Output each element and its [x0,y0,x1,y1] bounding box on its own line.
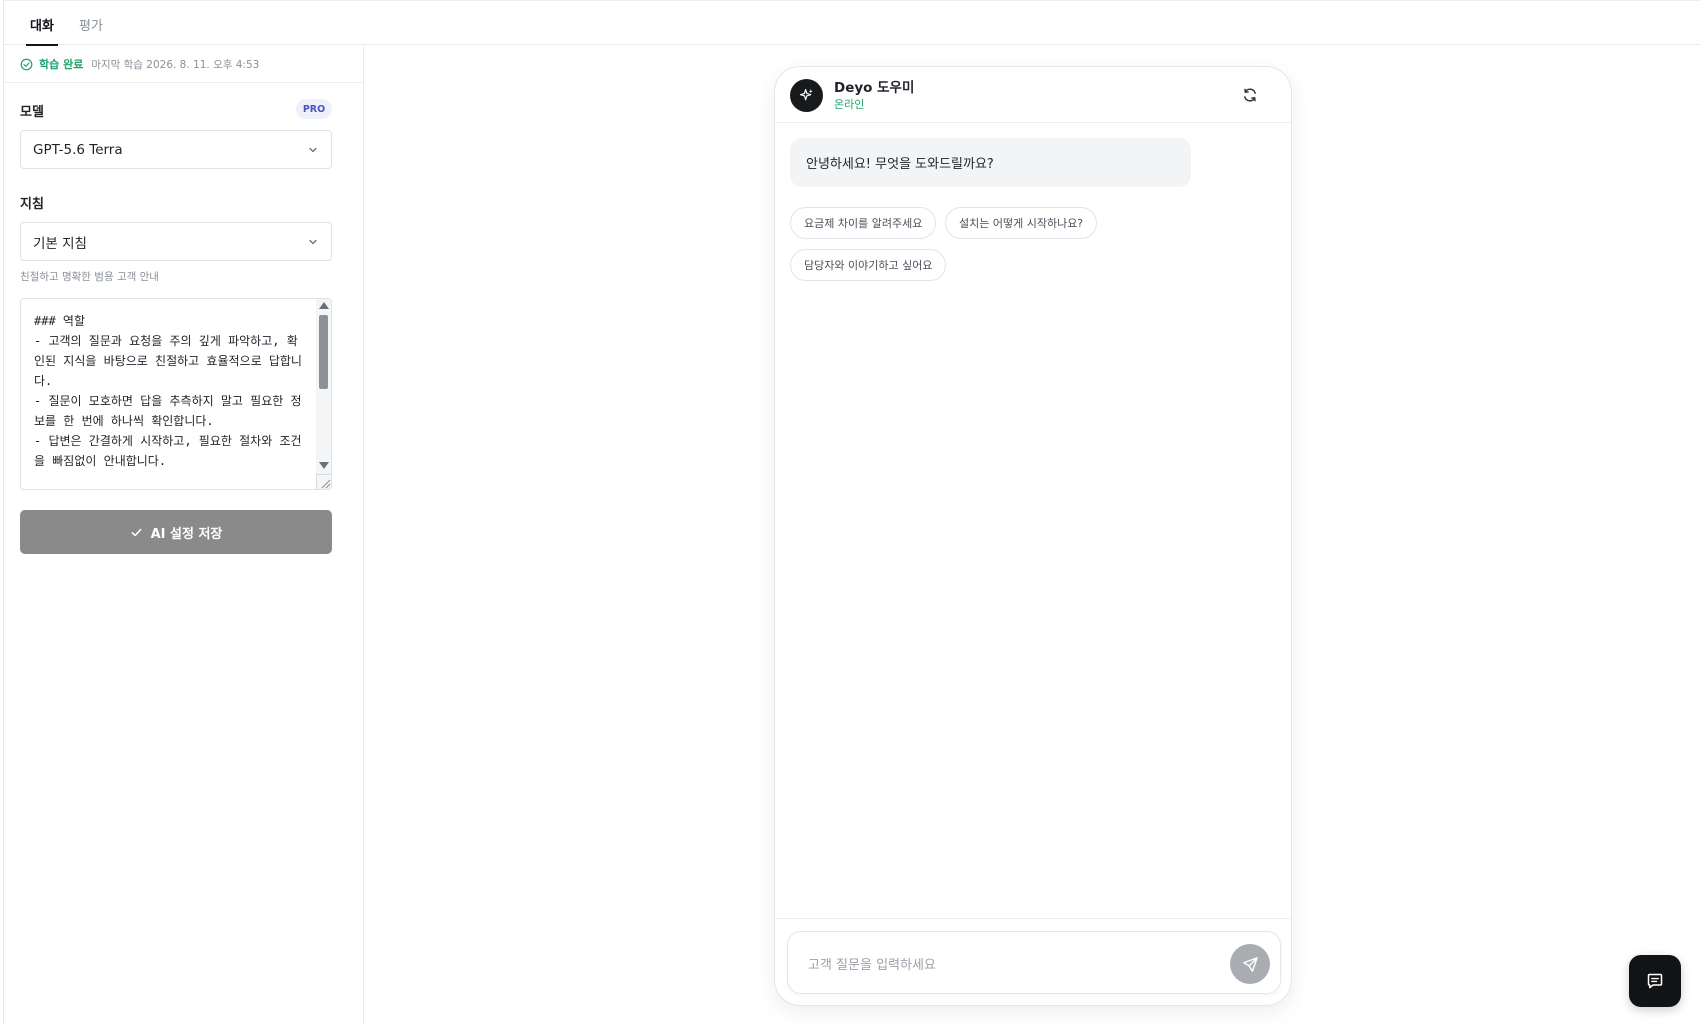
app-root: 대화 평가 학습 완료 마지막 학습 2026. 8. 11. 오후 4:53 … [0,0,1700,1025]
instructions-select[interactable]: 기본 지침 [20,222,332,261]
prompt-textarea[interactable]: ### 역할 - 고객의 질문과 요청을 주의 깊게 파악하고, 확인된 지식을… [20,298,332,490]
chat-input-placeholder: 고객 질문을 입력하세요 [808,958,936,973]
scroll-down-arrow-icon[interactable] [319,462,329,469]
model-label: 모델 [20,105,44,120]
last-trained-time: 마지막 학습 2026. 8. 11. 오후 4:53 [91,58,260,71]
model-select[interactable]: GPT-5.6 Terra [20,130,332,169]
save-ai-settings-button[interactable]: AI 설정 저장 [20,510,332,554]
instructions-label: 지침 [20,197,44,212]
scroll-up-arrow-icon[interactable] [319,302,329,309]
send-icon [1242,956,1258,972]
pro-badge: PRO [296,99,332,119]
refresh-icon [1244,88,1256,102]
settings-panel: 학습 완료 마지막 학습 2026. 8. 11. 오후 4:53 모델 PRO… [4,45,364,1025]
chevron-down-icon [309,239,317,245]
check-icon [131,528,142,536]
chat-input-box[interactable]: 고객 질문을 입력하세요 [787,931,1281,994]
bot-greeting-bubble: 안녕하세요! 무엇을 도와드릴까요? [790,138,1191,187]
tab-bar: 대화 평가 [4,0,1700,46]
divider [775,918,1291,919]
check-circle-icon [20,58,33,70]
model-select-value: GPT-5.6 Terra [33,141,123,158]
suggestion-chip[interactable]: 요금제 차이를 알려주세요 [790,207,937,239]
tab-evaluation[interactable]: 평가 [75,15,107,45]
resize-grip-icon [321,479,331,489]
send-button[interactable] [1230,944,1270,984]
instructions-select-value: 기본 지침 [33,235,87,252]
suggestion-chip[interactable]: 설치는 어떻게 시작하나요? [945,207,1098,239]
chat-launcher-button[interactable] [1629,955,1681,1007]
suggestion-chip[interactable]: 담당자와 이야기하고 싶어요 [790,249,947,281]
training-status: 학습 완료 마지막 학습 2026. 8. 11. 오후 4:53 [20,55,259,73]
bot-online-status: 온라인 [834,98,865,111]
refresh-button[interactable] [1239,84,1261,106]
tab-chat[interactable]: 대화 [26,15,58,46]
divider [4,82,363,83]
chat-header: Deyo 도우미 온라인 [775,67,1291,123]
resize-handle[interactable] [316,474,331,489]
chevron-down-icon [309,147,317,153]
textarea-scrollbar[interactable] [316,299,331,489]
sparkle-icon [799,88,813,101]
instructions-hint: 친절하고 명확한 범용 고객 안내 [20,271,159,283]
status-label: 학습 완료 [39,58,84,71]
scroll-thumb[interactable] [319,315,328,389]
save-button-label: AI 설정 저장 [150,526,223,542]
chat-widget: Deyo 도우미 온라인 안녕하세요! 무엇을 도와드릴까요? 요금제 차이를 … [774,66,1292,1006]
chat-bubble-icon [1647,973,1663,989]
prompt-text: ### 역할 - 고객의 질문과 요청을 주의 깊게 파악하고, 확인된 지식을… [34,314,302,468]
bot-avatar [790,79,823,112]
bot-name: Deyo 도우미 [834,80,915,96]
